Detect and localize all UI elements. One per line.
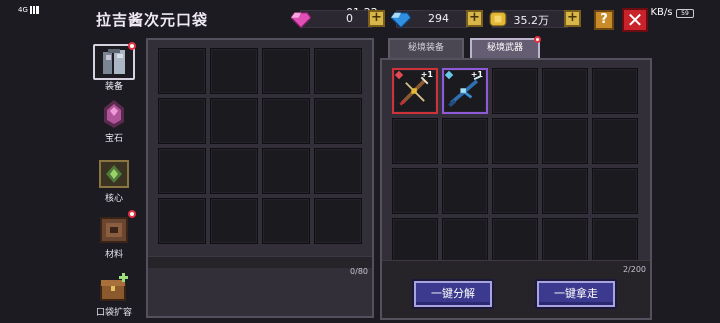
pink-gem-counter: 0 bbox=[291, 10, 372, 29]
sidebar-item-label: 核心 bbox=[104, 194, 123, 204]
chest-icon bbox=[100, 273, 128, 301]
add-blue-gem-button[interactable]: + bbox=[466, 10, 483, 27]
page-title: 拉吉酱次元口袋 bbox=[96, 11, 209, 29]
inventory-slot[interactable] bbox=[314, 198, 362, 244]
inventory-slot[interactable] bbox=[392, 218, 438, 264]
ice-rifle-icon bbox=[448, 75, 481, 108]
sidebar-item-expand-pocket[interactable]: 口袋扩容 bbox=[88, 270, 140, 322]
grid-cutoff-strip bbox=[148, 256, 372, 268]
inventory-slot[interactable] bbox=[158, 48, 206, 94]
sidebar-item-materials[interactable]: 材料 bbox=[88, 210, 140, 264]
gold-coin-icon bbox=[489, 11, 507, 27]
blue-gem-value: 294 bbox=[428, 12, 449, 25]
inventory-slot[interactable] bbox=[210, 48, 258, 94]
inventory-slot[interactable] bbox=[492, 68, 538, 114]
inventory-slot[interactable] bbox=[158, 98, 206, 144]
tab-label: 秘境武器 bbox=[486, 43, 523, 53]
inventory-slot[interactable] bbox=[592, 118, 638, 164]
blue-gem-counter: 294 bbox=[391, 10, 468, 29]
tab-secret-equipment[interactable]: 秘境装备 bbox=[388, 38, 464, 58]
inventory-slot[interactable] bbox=[592, 218, 638, 264]
pink-gem-icon bbox=[291, 12, 311, 29]
inventory-slot[interactable] bbox=[314, 148, 362, 194]
pocket-storage-panel: 0/80 bbox=[146, 38, 374, 318]
armor-icon bbox=[103, 49, 125, 74]
take-all-button[interactable]: 一键拿走 bbox=[537, 281, 615, 307]
inventory-slot[interactable] bbox=[542, 118, 588, 164]
signal-indicator: 4G bbox=[18, 6, 39, 14]
pocket-capacity-count: 0/80 bbox=[350, 267, 368, 276]
gem-icon bbox=[104, 100, 124, 128]
gold-value: 35.2万 bbox=[513, 14, 550, 27]
battery-icon: 59 bbox=[676, 9, 694, 18]
inventory-slot[interactable] bbox=[210, 148, 258, 194]
inventory-slot[interactable] bbox=[262, 48, 310, 94]
inventory-slot[interactable] bbox=[210, 98, 258, 144]
core-icon bbox=[99, 160, 129, 188]
sidebar-item-equipment[interactable]: 装备 bbox=[88, 42, 140, 96]
inventory-slot[interactable] bbox=[314, 48, 362, 94]
inventory-slot[interactable] bbox=[392, 168, 438, 214]
material-icon bbox=[100, 217, 128, 243]
sidebar-item-label: 材料 bbox=[104, 250, 123, 260]
pocket-grid bbox=[158, 48, 362, 244]
new-badge bbox=[128, 210, 136, 218]
sidebar-item-label: 宝石 bbox=[104, 134, 123, 144]
inventory-slot[interactable] bbox=[592, 168, 638, 214]
crossbow-icon bbox=[399, 76, 429, 106]
weapons-grid: +1 +1 bbox=[392, 68, 638, 264]
inventory-slot[interactable] bbox=[442, 118, 488, 164]
help-button[interactable]: ? bbox=[594, 10, 614, 30]
new-badge bbox=[128, 42, 136, 50]
inventory-slot[interactable] bbox=[442, 168, 488, 214]
weapon-slot-ice-rifle[interactable]: +1 bbox=[442, 68, 488, 114]
inventory-slot[interactable] bbox=[158, 198, 206, 244]
sidebar-item-label: 装备 bbox=[104, 82, 123, 92]
gold-counter: 35.2万 bbox=[489, 10, 568, 28]
sidebar-item-label: 口袋扩容 bbox=[95, 308, 132, 318]
tab-secret-weapons[interactable]: 秘境武器 bbox=[470, 36, 541, 58]
sidebar-item-gems[interactable]: 宝石 bbox=[88, 96, 140, 148]
inventory-slot[interactable] bbox=[492, 218, 538, 264]
inventory-slot[interactable] bbox=[392, 118, 438, 164]
inventory-slot[interactable] bbox=[492, 118, 538, 164]
inventory-slot[interactable] bbox=[492, 168, 538, 214]
inventory-slot[interactable] bbox=[262, 148, 310, 194]
inventory-slot[interactable] bbox=[314, 98, 362, 144]
inventory-slot[interactable] bbox=[210, 198, 258, 244]
inventory-slot[interactable] bbox=[262, 98, 310, 144]
add-gold-button[interactable]: + bbox=[564, 10, 581, 27]
weapon-capacity-count: 2/200 bbox=[622, 265, 646, 274]
close-button[interactable]: ✕ bbox=[622, 8, 648, 32]
inventory-slot[interactable] bbox=[542, 68, 588, 114]
add-pink-gem-button[interactable]: + bbox=[368, 10, 385, 27]
decompose-all-button[interactable]: 一键分解 bbox=[414, 281, 492, 307]
inventory-slot[interactable] bbox=[158, 148, 206, 194]
pink-gem-value: 0 bbox=[346, 12, 353, 25]
inventory-slot[interactable] bbox=[542, 168, 588, 214]
new-badge bbox=[534, 36, 541, 43]
inventory-slot[interactable] bbox=[442, 218, 488, 264]
inventory-slot[interactable] bbox=[262, 198, 310, 244]
inventory-slot[interactable] bbox=[592, 68, 638, 114]
blue-gem-icon bbox=[391, 12, 411, 29]
weapon-slot-crossbow[interactable]: +1 bbox=[392, 68, 438, 114]
sidebar-item-core[interactable]: 核心 bbox=[88, 156, 140, 208]
inventory-slot[interactable] bbox=[542, 218, 588, 264]
